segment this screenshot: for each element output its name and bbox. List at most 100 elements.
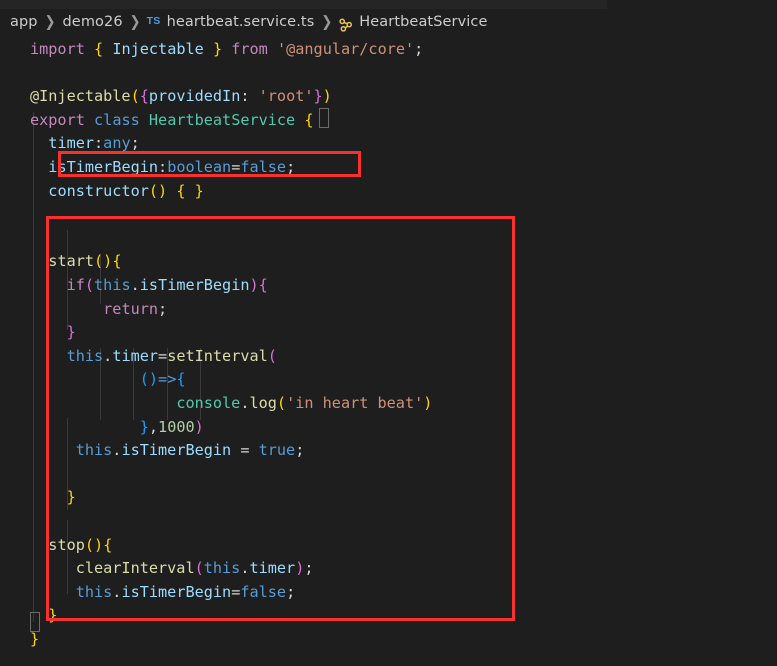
code-token: } (66, 488, 76, 507)
code-line[interactable]: } (30, 604, 57, 628)
code-line[interactable]: import { Injectable } from '@angular/cor… (30, 38, 423, 62)
code-line[interactable]: clearInterval(this.timer); (30, 557, 314, 581)
code-token: { (103, 535, 113, 554)
code-token: export (30, 110, 85, 129)
breadcrumb-separator-icon: ❯ (321, 13, 333, 31)
breadcrumb-item-app[interactable]: app (9, 14, 39, 30)
code-token: false (240, 158, 287, 176)
breadcrumb-separator-icon: ❯ (129, 13, 141, 31)
code-line[interactable]: if(this.isTimerBegin){ (30, 274, 268, 298)
code-token: class (94, 110, 140, 129)
code-token: ) (94, 535, 104, 554)
code-line[interactable]: start(){ (30, 250, 121, 274)
code-token: : (94, 134, 104, 153)
code-line[interactable]: @Injectable({providedIn: 'root'}) (30, 85, 332, 109)
code-token: ; (304, 559, 314, 578)
code-line[interactable]: this.timer=setInterval( (30, 345, 277, 369)
code-token: = (231, 158, 241, 176)
code-token: ( (94, 252, 104, 271)
code-token: Injectable (112, 40, 204, 58)
code-token: ; (286, 582, 296, 601)
code-line[interactable]: } (30, 628, 39, 652)
breadcrumb-item-symbol[interactable]: HeartbeatService (358, 14, 488, 30)
code-line[interactable]: isTimerBegin:boolean=false; (30, 156, 295, 180)
code-line[interactable]: console.log('in heart beat') (30, 392, 432, 416)
code-token: timer (48, 134, 95, 153)
code-token: ; (414, 40, 424, 58)
breadcrumb-item-demo26[interactable]: demo26 (62, 14, 124, 30)
code-token: { (139, 87, 149, 106)
code-token: this (203, 559, 241, 578)
code-line[interactable]: stop(){ (30, 534, 112, 558)
bracket-match-highlight (319, 108, 329, 128)
code-line[interactable]: this.isTimerBegin=false; (30, 581, 296, 605)
code-token: return (103, 299, 159, 318)
code-token: if (66, 276, 85, 294)
code-token: providedIn (148, 87, 241, 106)
code-token: ; (158, 299, 168, 318)
code-line[interactable]: constructor() { } (30, 180, 204, 204)
code-token: ; (286, 158, 296, 176)
code-token: ( (276, 394, 287, 412)
code-token: ) (423, 394, 433, 412)
code-line[interactable]: export class HeartbeatService { (30, 109, 314, 133)
code-token: { (304, 110, 314, 129)
code-editor[interactable]: import { Injectable } from '@angular/cor… (0, 35, 777, 666)
code-line[interactable]: },1000) (30, 416, 204, 440)
code-token: ) (295, 559, 305, 578)
code-token: timer (112, 346, 159, 365)
code-token: ( (194, 559, 204, 578)
code-token: @Injectable (30, 87, 131, 106)
code-token: ) (194, 417, 204, 436)
code-token: isTimerBegin (48, 158, 159, 176)
code-token: setInterval (167, 346, 268, 365)
code-token: clearInterval (75, 559, 195, 578)
code-token: true (258, 441, 296, 460)
editor-tab-strip-empty (607, 0, 777, 9)
code-token: this (94, 276, 131, 294)
class-symbol-icon (338, 17, 354, 33)
code-token: console (176, 394, 241, 412)
code-token: . (130, 276, 140, 294)
code-line[interactable]: this.isTimerBegin = true; (30, 439, 305, 463)
code-token: ) (249, 276, 259, 294)
breadcrumb-separator-icon: ❯ (44, 13, 56, 31)
code-token: ( (84, 276, 95, 294)
code-line[interactable]: } (30, 486, 76, 510)
code-token: this (75, 441, 113, 460)
code-token: { (94, 40, 104, 58)
breadcrumb[interactable]: app ❯ demo26 ❯ TS heartbeat.service.ts ❯… (0, 9, 777, 35)
breadcrumb-item-file[interactable]: heartbeat.service.ts (166, 14, 316, 30)
code-token: constructor (48, 181, 149, 200)
code-token: : (158, 158, 168, 176)
code-token: ( (130, 87, 140, 106)
code-token: => (158, 370, 177, 389)
code-line[interactable]: timer:any; (30, 132, 139, 156)
code-token: } (194, 181, 204, 200)
code-line[interactable]: ()=>{ (30, 368, 186, 392)
code-token: false (240, 582, 287, 601)
code-line[interactable]: } (30, 321, 76, 345)
editor-tab-strip[interactable] (0, 0, 607, 9)
code-token: 1000 (158, 417, 195, 436)
code-token: '@angular/core' (276, 40, 415, 58)
code-line[interactable]: return; (30, 298, 167, 322)
code-token: isTimerBegin (139, 276, 250, 294)
code-token: . (103, 346, 113, 365)
code-token: ) (148, 370, 159, 389)
code-token: { (176, 370, 186, 389)
